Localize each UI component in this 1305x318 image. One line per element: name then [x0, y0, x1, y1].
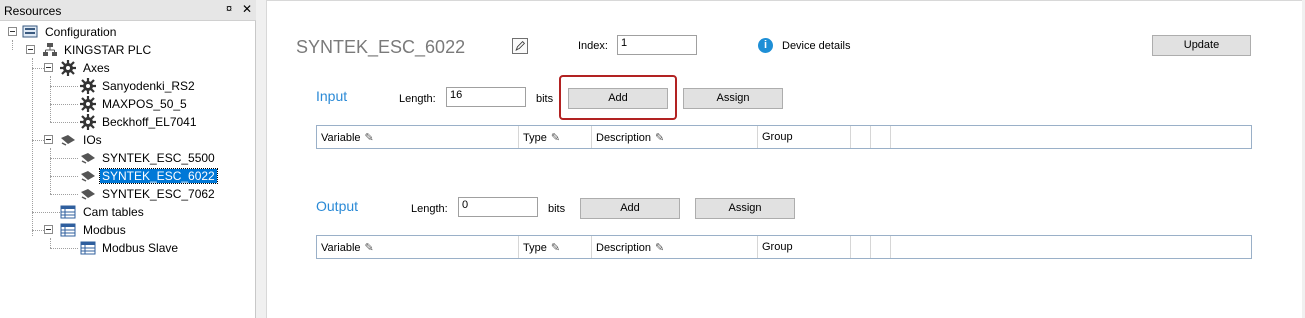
collapse-icon[interactable]	[44, 225, 53, 234]
output-add-button[interactable]: Add	[580, 198, 680, 219]
device-editor: SYNTEK_ESC_6022 Index: 1 i Device detail…	[266, 0, 1302, 318]
gear-icon	[80, 114, 96, 130]
tree-label-modbus: Modbus	[83, 223, 126, 237]
input-add-button[interactable]: Add	[568, 88, 668, 109]
column-label: Description	[596, 132, 652, 144]
column-header-type[interactable]: Type ✎	[519, 236, 592, 258]
io-module-icon	[61, 135, 75, 146]
edit-icon: ✎	[550, 132, 561, 144]
column-header-variable[interactable]: Variable ✎	[317, 126, 519, 148]
tree-item-modbus[interactable]: Modbus	[0, 221, 256, 239]
device-name: SYNTEK_ESC_6022	[296, 37, 466, 57]
io-module-icon	[81, 189, 95, 200]
tree-label-configuration: Configuration	[45, 25, 117, 39]
output-length-label: Length:	[411, 203, 448, 215]
gear-icon	[60, 60, 76, 76]
update-button[interactable]: Update	[1152, 35, 1251, 56]
output-section-title: Output	[316, 198, 359, 214]
column-header-blank[interactable]	[851, 126, 871, 148]
tree-label-io: SYNTEK_ESC_7062	[102, 187, 215, 201]
tree-item-plc[interactable]: KINGSTAR PLC	[0, 41, 256, 59]
tree-label-axes: Axes	[83, 61, 110, 75]
output-length-field[interactable]: 0	[458, 197, 538, 217]
input-bits-label: bits	[536, 93, 554, 105]
index-field[interactable]: 1	[617, 35, 697, 55]
tree-label-io: SYNTEK_ESC_5500	[102, 151, 215, 165]
tree-item-axis[interactable]: MAXPOS_50_5	[0, 95, 256, 113]
input-length-field[interactable]: 16	[446, 87, 526, 107]
index-label: Index:	[578, 40, 608, 52]
output-variables-grid: Variable ✎ Type ✎ Description ✎ Group	[316, 235, 1252, 259]
close-icon[interactable]: ✕	[242, 2, 252, 16]
tree-label-cam-tables: Cam tables	[83, 205, 144, 219]
table-icon	[60, 223, 76, 237]
tree-item-ios[interactable]: IOs	[0, 131, 256, 149]
column-header-description[interactable]: Description ✎	[592, 126, 758, 148]
column-header-blank[interactable]	[851, 236, 871, 258]
tree-item-axis[interactable]: Beckhoff_EL7041	[0, 113, 256, 131]
collapse-icon[interactable]	[26, 45, 35, 54]
input-length-label: Length:	[399, 93, 436, 105]
device-details-link[interactable]: Device details	[782, 40, 850, 52]
network-icon	[43, 43, 57, 56]
info-icon[interactable]: i	[758, 38, 773, 53]
column-header-variable[interactable]: Variable ✎	[317, 236, 519, 258]
edit-icon: ✎	[655, 242, 665, 254]
gear-icon	[80, 78, 96, 94]
collapse-icon[interactable]	[44, 63, 53, 72]
input-assign-button[interactable]: Assign	[683, 88, 783, 109]
io-module-icon	[81, 171, 95, 182]
rename-icon[interactable]	[512, 38, 528, 54]
configuration-icon	[22, 25, 38, 38]
resources-title: Resources	[4, 4, 62, 18]
column-label: Description	[596, 242, 652, 254]
column-label: Variable	[321, 132, 361, 144]
column-header-blank[interactable]	[871, 126, 891, 148]
tree-item-io[interactable]: SYNTEK_ESC_5500	[0, 149, 256, 167]
tree-item-modbus-slave[interactable]: Modbus Slave	[0, 239, 256, 257]
tree-item-axis[interactable]: Sanyodenki_RS2	[0, 77, 256, 95]
edit-icon: ✎	[364, 242, 374, 254]
tree-item-configuration[interactable]: Configuration	[0, 23, 256, 41]
column-header-group[interactable]: Group	[758, 236, 851, 258]
table-icon	[60, 205, 76, 219]
tree-label-axis: MAXPOS_50_5	[102, 97, 187, 111]
collapse-icon[interactable]	[44, 135, 53, 144]
edit-icon: ✎	[550, 242, 561, 254]
gear-icon	[80, 96, 96, 112]
column-header-description[interactable]: Description ✎	[592, 236, 758, 258]
edit-icon: ✎	[364, 132, 374, 144]
tree-item-axes[interactable]: Axes	[0, 59, 256, 77]
tree-label-ios: IOs	[83, 133, 102, 147]
column-header-group[interactable]: Group	[758, 126, 851, 148]
resources-panel: Resources ¤ ✕ Configuration KINGSTAR PLC…	[0, 0, 256, 318]
input-section-title: Input	[316, 88, 348, 104]
io-module-icon	[81, 153, 95, 164]
column-label: Group	[762, 241, 793, 253]
collapse-icon[interactable]	[8, 27, 17, 36]
tree-item-io[interactable]: SYNTEK_ESC_7062	[0, 185, 256, 203]
column-label: Type	[523, 242, 547, 254]
column-label: Type	[523, 132, 547, 144]
tree-label-axis: Sanyodenki_RS2	[102, 79, 195, 93]
pin-icon[interactable]: ¤	[226, 3, 232, 15]
column-header-blank[interactable]	[871, 236, 891, 258]
column-header-type[interactable]: Type ✎	[519, 126, 592, 148]
output-assign-button[interactable]: Assign	[695, 198, 795, 219]
tree-label-axis: Beckhoff_EL7041	[102, 115, 197, 129]
input-variables-grid: Variable ✎ Type ✎ Description ✎ Group	[316, 125, 1252, 149]
table-icon	[80, 241, 96, 255]
resources-header: Resources ¤ ✕	[0, 0, 256, 21]
tree-item-cam-tables[interactable]: Cam tables	[0, 203, 256, 221]
tree-label-plc: KINGSTAR PLC	[64, 43, 152, 57]
tree-label-io: SYNTEK_ESC_6022	[99, 168, 218, 184]
column-label: Group	[762, 131, 793, 143]
tree-label-modbus-slave: Modbus Slave	[102, 241, 179, 255]
edit-icon: ✎	[655, 132, 665, 144]
output-bits-label: bits	[548, 203, 566, 215]
column-label: Variable	[321, 242, 361, 254]
tree-item-io-selected[interactable]: SYNTEK_ESC_6022	[0, 167, 256, 185]
